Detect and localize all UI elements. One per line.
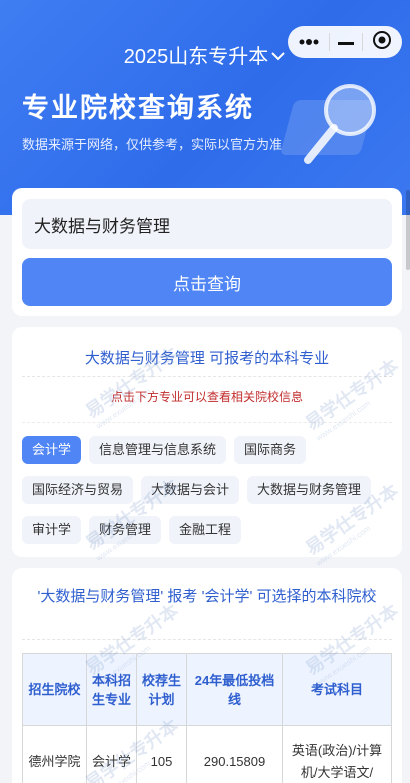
more-icon[interactable]: [298, 33, 320, 51]
page-title: 专业院校查询系统: [22, 93, 254, 123]
capsule-divider: [362, 33, 364, 51]
table-row[interactable]: 德州学院 会计学 105 290.15809 英语(政治)/计算机/大学语文/: [22, 725, 392, 783]
column-header: 考试科目: [282, 653, 392, 726]
major-tag[interactable]: 金融工程: [169, 516, 242, 544]
province-select-label: 2025山东专升本: [123, 46, 269, 68]
majors-title: 大数据与财务管理 可报考的本科专业: [22, 327, 392, 377]
column-header: 24年最低投档线: [186, 653, 283, 726]
major-tag[interactable]: 国际商务: [234, 436, 307, 464]
major-tag[interactable]: 大数据与财务管理: [247, 476, 372, 504]
mini-program-capsule: [288, 26, 402, 58]
column-header: 招生院校: [22, 653, 87, 726]
minimize-icon[interactable]: [337, 33, 354, 51]
schools-card: '大数据与财务管理' 报考 '会计学' 可选择的本科院校 招生院校 本科招生专业…: [12, 568, 402, 783]
schools-table: 招生院校 本科招生专业 校荐生计划 24年最低投档线 考试科目 德州学院 会计学…: [22, 653, 392, 783]
table-header-row: 招生院校 本科招生专业 校荐生计划 24年最低投档线 考试科目: [22, 653, 392, 726]
majors-hint: 点击下方专业可以查看相关院校信息: [22, 377, 392, 423]
search-card: 点击查询: [12, 188, 402, 316]
table-cell: 会计学: [86, 725, 137, 783]
page-subtitle: 数据来源于网络，仅供参考，实际以官方为准: [22, 137, 283, 152]
chevron-down-icon: [270, 44, 286, 67]
column-header: 校荐生计划: [136, 653, 187, 726]
major-tag[interactable]: 会计学: [22, 436, 82, 464]
table-cell: 290.15809: [186, 725, 283, 783]
table-cell: 英语(政治)/计算机/大学语文/: [282, 725, 392, 783]
major-tag[interactable]: 财务管理: [89, 516, 162, 544]
major-tag[interactable]: 审计学: [22, 516, 82, 544]
major-tag[interactable]: 信息管理与信息系统: [89, 436, 227, 464]
search-button[interactable]: 点击查询: [22, 258, 392, 306]
magnifier-illustration: [281, 84, 376, 164]
table-cell: 德州学院: [22, 725, 87, 783]
major-tag-list: 会计学 信息管理与信息系统 国际商务 国际经济与贸易 大数据与会计 大数据与财务…: [22, 423, 392, 544]
search-input[interactable]: [22, 199, 392, 249]
capsule-divider: [328, 33, 330, 51]
majors-card: 大数据与财务管理 可报考的本科专业 点击下方专业可以查看相关院校信息 会计学 信…: [12, 327, 402, 557]
schools-title: '大数据与财务管理' 报考 '会计学' 可选择的本科院校: [22, 568, 392, 640]
close-icon[interactable]: [372, 30, 392, 55]
table-cell: 105: [136, 725, 187, 783]
major-tag[interactable]: 大数据与会计: [141, 476, 240, 504]
hero-banner: 2025山东专升本 专业院校查询系统 数据来源于网络，仅供参考，实际以官方为准: [0, 0, 410, 215]
column-header: 本科招生专业: [86, 653, 137, 726]
major-tag[interactable]: 国际经济与贸易: [22, 476, 134, 504]
scrollbar[interactable]: [406, 190, 410, 270]
